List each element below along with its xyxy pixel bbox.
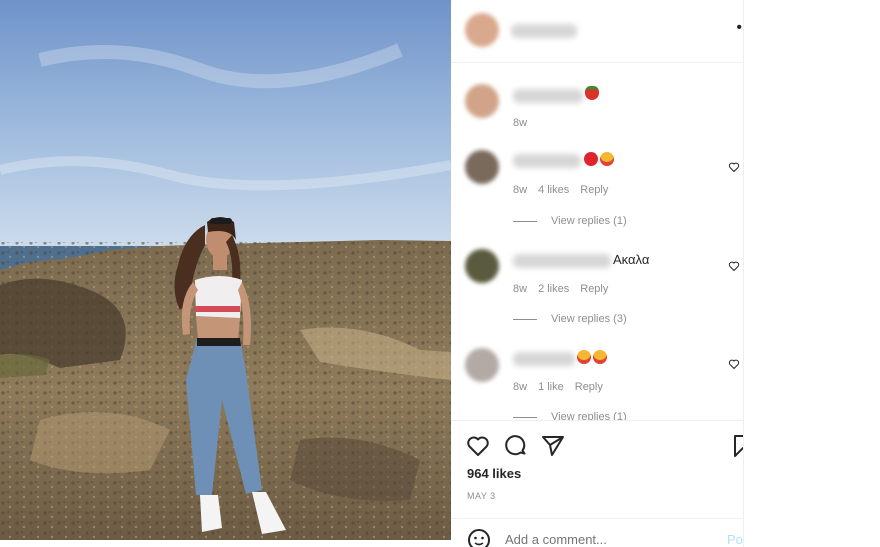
view-replies-label: View replies (1) <box>551 215 627 227</box>
comment-time: 8w <box>513 283 528 295</box>
heart-eyes-icon <box>600 152 614 166</box>
post-comment-button[interactable]: Post <box>727 532 743 547</box>
commenter-avatar[interactable] <box>465 84 499 118</box>
comment-body <box>577 350 609 365</box>
view-replies-button[interactable]: View replies (1) <box>513 215 627 227</box>
likes-count[interactable]: 964 likes <box>467 466 521 481</box>
view-replies-label: View replies (1) <box>551 411 627 420</box>
heart-eyes-icon <box>577 350 591 364</box>
commenter-avatar[interactable] <box>465 249 499 283</box>
comment-body <box>584 152 616 167</box>
author-avatar[interactable] <box>465 13 499 47</box>
heart-eyes-icon <box>593 350 607 364</box>
commenter-avatar[interactable] <box>465 150 499 184</box>
like-comment-heart-icon[interactable] <box>728 260 740 272</box>
comments-list[interactable]: 8w 8w 4 likes Reply View replies (1) Ακα… <box>451 64 743 420</box>
commenter-avatar[interactable] <box>465 348 499 382</box>
share-send-icon[interactable] <box>541 434 565 458</box>
divider <box>513 220 537 222</box>
commenter-username[interactable] <box>513 352 575 366</box>
reply-button[interactable]: Reply <box>575 381 603 393</box>
instagram-post-view: • 8w 8w 4 likes Reply View replies (1) Α… <box>0 0 880 547</box>
author-username[interactable] <box>511 24 577 38</box>
comment-meta: 8w <box>513 117 527 129</box>
view-replies-button[interactable]: View replies (1) <box>513 411 627 420</box>
add-comment-input[interactable] <box>505 532 705 547</box>
post-date: MAY 3 <box>467 491 496 501</box>
reply-button[interactable]: Reply <box>580 184 608 196</box>
beach-rocks-photo <box>0 0 451 540</box>
comment-body: Ακαλα <box>613 252 650 267</box>
comment-meta: 8w 2 likes Reply <box>513 283 608 295</box>
view-replies-label: View replies (3) <box>551 313 627 325</box>
commenter-username[interactable] <box>513 89 583 103</box>
comment-body <box>585 86 601 101</box>
commenter-username[interactable] <box>513 154 581 168</box>
post-photo[interactable] <box>0 0 451 540</box>
view-replies-button[interactable]: View replies (3) <box>513 313 627 325</box>
divider <box>513 318 537 320</box>
comment-time: 8w <box>513 184 528 196</box>
add-comment-row: Post <box>451 518 743 547</box>
comment-time: 8w <box>513 381 528 393</box>
comment-meta: 8w 1 like Reply <box>513 381 603 393</box>
like-comment-heart-icon[interactable] <box>728 358 740 370</box>
comment-time: 8w <box>513 117 528 129</box>
like-heart-icon[interactable] <box>466 434 490 458</box>
post-side-panel: • 8w 8w 4 likes Reply View replies (1) Α… <box>451 0 744 547</box>
strawberry-icon <box>585 86 599 100</box>
comment-likes[interactable]: 1 like <box>538 381 564 393</box>
comment-likes[interactable]: 4 likes <box>538 184 569 196</box>
more-dots-icon[interactable]: • <box>736 20 742 36</box>
comment-likes[interactable]: 2 likes <box>538 283 569 295</box>
commenter-username[interactable] <box>513 254 611 268</box>
red-heart-icon <box>584 152 598 166</box>
post-header: • <box>451 0 743 63</box>
reply-button[interactable]: Reply <box>580 283 608 295</box>
save-bookmark-icon[interactable] <box>731 434 744 458</box>
comment-bubble-icon[interactable] <box>504 434 528 458</box>
emoji-smile-icon[interactable] <box>467 528 491 547</box>
like-comment-heart-icon[interactable] <box>728 161 740 173</box>
comment-meta: 8w 4 likes Reply <box>513 184 608 196</box>
divider <box>513 416 537 418</box>
